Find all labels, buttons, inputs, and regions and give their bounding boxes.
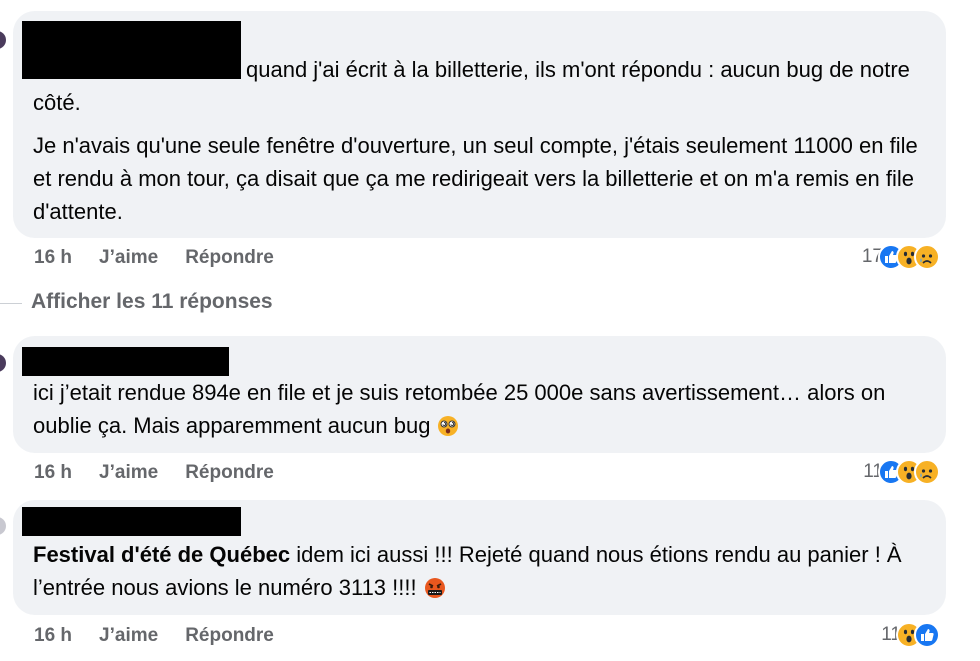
- reply-button[interactable]: Répondre: [185, 247, 274, 269]
- cursing-face-emoji: [423, 575, 447, 608]
- avatar[interactable]: [0, 517, 6, 535]
- comment-text-part: ici j’etait rendue 894e en file et je su…: [33, 380, 886, 438]
- comment-bubble: ici j’etait rendue 894e en file et je su…: [13, 336, 946, 453]
- like-button[interactable]: J’aime: [99, 625, 158, 647]
- comment-actions: 16 h J’aime Répondre: [34, 625, 301, 647]
- like-button[interactable]: J’aime: [99, 247, 158, 269]
- comment-bubble: quand j'ai écrit à la billetterie, ils m…: [13, 11, 946, 238]
- like-button[interactable]: J’aime: [99, 462, 158, 484]
- sad-icon: [914, 459, 940, 485]
- reaction-summary[interactable]: 11: [881, 622, 940, 648]
- comment-text: quand j'ai écrit à la billetterie, ils m…: [33, 53, 923, 228]
- thread-connector: [0, 303, 22, 304]
- comment-timestamp[interactable]: 16 h: [34, 462, 72, 484]
- comment-bubble: Festival d'été de Québec idem ici aussi …: [13, 500, 946, 615]
- redacted-author-name: [22, 507, 241, 536]
- comment-text: Festival d'été de Québec idem ici aussi …: [33, 538, 933, 608]
- comment-text-part: quand j'ai écrit à la billetterie, ils m…: [33, 57, 910, 115]
- reaction-summary[interactable]: 11: [863, 459, 940, 485]
- comment-actions: 16 h J’aime Répondre: [34, 462, 301, 484]
- like-icon: [914, 622, 940, 648]
- comment-actions: 16 h J’aime Répondre: [34, 247, 301, 269]
- reaction-summary[interactable]: 17: [862, 244, 940, 270]
- comment-timestamp[interactable]: 16 h: [34, 247, 72, 269]
- dizzy-face-emoji: [437, 413, 459, 446]
- comment-timestamp[interactable]: 16 h: [34, 625, 72, 647]
- reply-button[interactable]: Répondre: [185, 625, 274, 647]
- sad-icon: [914, 244, 940, 270]
- view-replies-link[interactable]: Afficher les 11 réponses: [31, 290, 273, 314]
- comment-text-part: Je n'avais qu'une seule fenêtre d'ouvert…: [33, 133, 918, 224]
- avatar[interactable]: [0, 354, 6, 372]
- reply-button[interactable]: Répondre: [185, 462, 274, 484]
- comment-text: ici j’etait rendue 894e en file et je su…: [33, 376, 933, 446]
- avatar[interactable]: [0, 31, 6, 49]
- redacted-author-name: [22, 347, 229, 376]
- mentioned-page-link[interactable]: Festival d'été de Québec: [33, 542, 290, 567]
